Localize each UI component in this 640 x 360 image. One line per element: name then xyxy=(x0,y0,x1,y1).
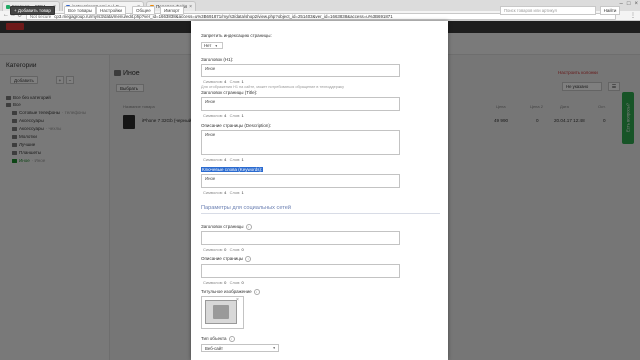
og-desc-label: Описание страницы i xyxy=(201,256,252,262)
info-icon[interactable]: i xyxy=(228,336,235,342)
description-field[interactable]: Иное xyxy=(201,130,400,155)
counter-label: Слов: xyxy=(229,157,241,162)
maximize-icon[interactable]: □ xyxy=(627,1,631,7)
counter-value: 4 xyxy=(224,157,227,162)
h1-note: Для отображения H1 на сайте, может потре… xyxy=(201,85,345,89)
counter-label: Символов: xyxy=(203,280,223,285)
og-desc-field[interactable] xyxy=(201,264,400,278)
counter-label: Символов: xyxy=(203,157,223,162)
counter-value: 0 xyxy=(241,247,244,252)
keywords-counter: Символов: 4 Слов: 1 xyxy=(203,190,244,195)
settings-button[interactable]: Настройки xyxy=(96,6,127,15)
keywords-field[interactable]: Иное xyxy=(201,174,400,188)
og-image-label-text: Титульное изображение xyxy=(201,289,252,295)
og-type-label: Тип объекта i xyxy=(201,336,235,342)
og-title-label: Заголовок страницы i xyxy=(201,224,252,230)
og-type-label-text: Тип объекта xyxy=(201,336,227,342)
counter-label: Слов: xyxy=(229,280,241,285)
find-button[interactable]: Найти xyxy=(600,6,620,15)
remove-image-icon[interactable]: × xyxy=(236,297,239,303)
back-icon[interactable]: ← xyxy=(3,12,9,18)
keywords-label: Ключевые слова (Keywords): xyxy=(201,167,264,172)
counter-label: Символов: xyxy=(203,113,223,118)
all-products-button[interactable]: Все товары xyxy=(64,6,97,15)
general-button[interactable]: Общее xyxy=(132,6,155,15)
counter-label: Слов: xyxy=(229,247,241,252)
info-icon[interactable]: i xyxy=(245,224,252,230)
og-type-value: Веб-сайт xyxy=(205,345,224,351)
counter-value: 1 xyxy=(241,79,244,84)
info-icon[interactable]: i xyxy=(253,289,260,295)
minimize-icon[interactable]: – xyxy=(620,1,623,7)
counter-value: 4 xyxy=(224,79,227,84)
product-search-input[interactable]: Поиск товаров или артикул xyxy=(500,6,596,15)
keywords-label-text: Ключевые слова (Keywords): xyxy=(201,167,264,172)
og-title-counter: Символов: 0 Слов: 0 xyxy=(203,247,244,252)
counter-value: 4 xyxy=(224,113,227,118)
og-title-label-text: Заголовок страницы xyxy=(201,224,244,230)
social-section-title: Параметры для социальных сетей xyxy=(201,205,291,211)
counter-value: 0 xyxy=(241,280,244,285)
close-window-icon[interactable]: × xyxy=(634,1,638,7)
og-title-field[interactable] xyxy=(201,231,400,245)
og-desc-label-text: Описание страницы xyxy=(201,256,244,262)
close-icon[interactable]: × xyxy=(189,4,192,10)
add-product-button[interactable]: + Добавить товар xyxy=(10,6,55,15)
og-type-select[interactable]: Веб-сайт ▾ xyxy=(201,344,279,352)
counter-label: Символов: xyxy=(203,79,223,84)
import-button[interactable]: Импорт xyxy=(160,6,184,15)
h1-counter: Символов: 4 Слов: 1 xyxy=(203,79,244,84)
chevron-down-icon: ▾ xyxy=(215,43,218,48)
counter-label: Слов: xyxy=(229,113,241,118)
counter-value: 4 xyxy=(224,190,227,195)
counter-value: 1 xyxy=(241,190,244,195)
info-icon[interactable]: i xyxy=(245,256,252,262)
counter-value: 1 xyxy=(241,157,244,162)
counter-label: Символов: xyxy=(203,190,223,195)
noindex-value: Нет xyxy=(204,43,212,48)
window-controls: – □ × xyxy=(620,1,638,7)
h1-label: Заголовок (H1): xyxy=(201,57,234,62)
title-label: Заголовок страницы (Title): xyxy=(201,90,258,95)
noindex-label: Запретить индексацию страницы: xyxy=(201,33,272,38)
og-desc-counter: Символов: 0 Слов: 0 xyxy=(203,280,244,285)
description-counter: Символов: 4 Слов: 1 xyxy=(203,157,244,162)
counter-value: 1 xyxy=(241,113,244,118)
title-field[interactable]: Иное xyxy=(201,97,400,111)
image-icon xyxy=(213,305,229,319)
section-divider xyxy=(201,213,440,214)
counter-value: 0 xyxy=(224,247,227,252)
title-counter: Символов: 4 Слов: 1 xyxy=(203,113,244,118)
counter-value: 0 xyxy=(224,280,227,285)
counter-label: Слов: xyxy=(229,190,241,195)
browser-menu-icon[interactable]: ⋮ xyxy=(630,12,636,19)
counter-label: Символов: xyxy=(203,247,223,252)
h1-field[interactable]: Иное xyxy=(201,64,400,77)
noindex-select[interactable]: Нет ▾ xyxy=(201,42,223,49)
chevron-down-icon: ▾ xyxy=(273,346,275,350)
description-label: Описание страницы (Description): xyxy=(201,123,272,128)
counter-label: Слов: xyxy=(229,79,241,84)
og-image-label: Титульное изображение i xyxy=(201,289,260,295)
